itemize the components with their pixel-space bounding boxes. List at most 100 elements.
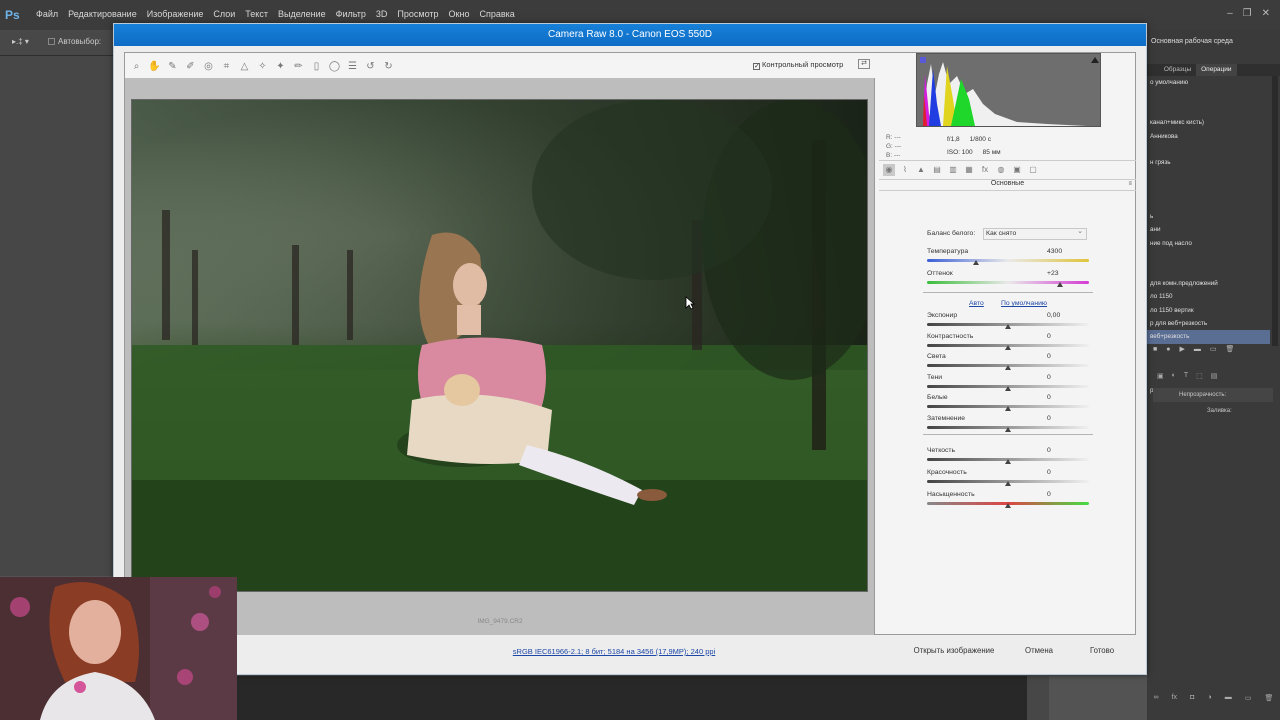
- fx-icon[interactable]: fx: [1172, 694, 1177, 708]
- snapshots-tab-icon[interactable]: ▢: [1027, 164, 1039, 176]
- action-item[interactable]: ани: [1147, 223, 1270, 236]
- rotate-left-icon[interactable]: ↺: [363, 59, 378, 74]
- slider-value-field[interactable]: 0: [1047, 447, 1075, 454]
- tab-blank[interactable]: [1147, 64, 1159, 76]
- white-balance-tool-icon[interactable]: ✎: [165, 59, 180, 74]
- slider-value-field[interactable]: 0: [1047, 415, 1075, 422]
- folder-icon[interactable]: ▬: [1194, 346, 1201, 353]
- default-link[interactable]: По умолчанию: [1001, 300, 1047, 307]
- workspace-switcher[interactable]: Основная рабочая среда: [1151, 38, 1233, 45]
- camera-calibration-tab-icon[interactable]: ◍: [995, 164, 1007, 176]
- shape-filter-icon[interactable]: ⬚: [1196, 372, 1203, 380]
- menu-view[interactable]: Просмотр: [393, 9, 444, 19]
- hsl-tab-icon[interactable]: ▤: [931, 164, 943, 176]
- presets-tab-icon[interactable]: ▣: [1011, 164, 1023, 176]
- menu-help[interactable]: Справка: [475, 9, 520, 19]
- basic-tab-icon[interactable]: ◉: [883, 164, 895, 176]
- done-button[interactable]: Готово: [1076, 643, 1128, 659]
- restore-icon[interactable]: ❐: [1243, 8, 1252, 19]
- menu-file[interactable]: Файл: [32, 9, 64, 19]
- action-item[interactable]: [1147, 170, 1270, 183]
- slider-value-field[interactable]: 0: [1047, 491, 1075, 498]
- smart-filter-icon[interactable]: ▤: [1211, 372, 1218, 380]
- lens-tab-icon[interactable]: ▦: [963, 164, 975, 176]
- color-sampler-icon[interactable]: ✐: [183, 59, 198, 74]
- action-item[interactable]: [1147, 250, 1270, 263]
- action-item[interactable]: [1147, 89, 1270, 102]
- action-item[interactable]: [1147, 143, 1270, 156]
- menu-filter[interactable]: Фильтр: [332, 9, 372, 19]
- fullscreen-toggle-icon[interactable]: ⇄: [858, 59, 870, 69]
- menu-layers[interactable]: Слои: [209, 9, 241, 19]
- adjust-filter-icon[interactable]: ◐: [1172, 372, 1176, 380]
- slider-thumb[interactable]: [1005, 324, 1011, 329]
- action-item[interactable]: [1147, 357, 1270, 370]
- auto-select-checkbox[interactable]: Автовыбор:: [48, 37, 101, 46]
- adjustment-icon[interactable]: ◑: [1207, 694, 1211, 708]
- action-item[interactable]: [1147, 263, 1270, 276]
- graduated-filter-icon[interactable]: ▯: [309, 59, 324, 74]
- slider-track[interactable]: [927, 259, 1089, 262]
- slider-value-field[interactable]: 0,00: [1047, 312, 1075, 319]
- slider-thumb[interactable]: [972, 260, 979, 265]
- play-icon[interactable]: ▶: [1179, 345, 1184, 353]
- slider-value-field[interactable]: +23: [1047, 270, 1075, 277]
- slider-thumb[interactable]: [1005, 345, 1011, 350]
- tab-actions[interactable]: Операции: [1196, 64, 1237, 76]
- tab-swatches[interactable]: Образцы: [1159, 64, 1196, 76]
- trash-icon[interactable]: 🗑: [1265, 694, 1274, 708]
- preferences-icon[interactable]: ☰: [345, 59, 360, 74]
- rotate-right-icon[interactable]: ↻: [381, 59, 396, 74]
- effects-tab-icon[interactable]: fx: [979, 164, 991, 176]
- action-item[interactable]: [1147, 103, 1270, 116]
- action-item[interactable]: [1147, 183, 1270, 196]
- photo-preview[interactable]: [131, 99, 868, 592]
- crop-tool-icon[interactable]: ⌗: [219, 59, 234, 74]
- split-toning-tab-icon[interactable]: ▥: [947, 164, 959, 176]
- action-item[interactable]: ние под насло: [1147, 237, 1270, 250]
- cancel-button[interactable]: Отмена: [1014, 643, 1064, 659]
- slider-value-field[interactable]: 0: [1047, 374, 1075, 381]
- menu-type[interactable]: Текст: [241, 9, 274, 19]
- group-icon[interactable]: ▬: [1225, 694, 1232, 708]
- slider-thumb[interactable]: [1005, 365, 1011, 370]
- red-eye-icon[interactable]: ✦: [273, 59, 288, 74]
- panel-menu-icon[interactable]: ≡: [1128, 181, 1132, 187]
- opacity-field[interactable]: Непрозрачность:: [1153, 388, 1273, 402]
- menu-select[interactable]: Выделение: [274, 9, 332, 19]
- record-icon[interactable]: ●: [1166, 346, 1170, 353]
- action-item[interactable]: [1147, 197, 1270, 210]
- radial-filter-icon[interactable]: ◯: [327, 59, 342, 74]
- stop-icon[interactable]: ■: [1153, 346, 1157, 353]
- slider-value-field[interactable]: 0: [1047, 394, 1075, 401]
- menu-3d[interactable]: 3D: [372, 9, 394, 19]
- slider-thumb[interactable]: [1005, 503, 1011, 508]
- white-balance-select[interactable]: Как снято: [983, 227, 1087, 240]
- target-adjust-icon[interactable]: ◎: [201, 59, 216, 74]
- hand-tool-icon[interactable]: ✋: [147, 59, 162, 74]
- type-filter-icon[interactable]: T: [1184, 372, 1188, 380]
- delete-icon[interactable]: 🗑: [1225, 345, 1234, 353]
- slider-value-field[interactable]: 0: [1047, 469, 1075, 476]
- action-item[interactable]: н грязь: [1147, 156, 1270, 169]
- minimize-icon[interactable]: –: [1227, 8, 1233, 19]
- menu-window[interactable]: Окно: [445, 9, 476, 19]
- menu-edit[interactable]: Редактирование: [64, 9, 143, 19]
- open-image-button[interactable]: Открыть изображение: [904, 643, 1004, 659]
- detail-tab-icon[interactable]: ▲: [915, 164, 927, 176]
- new-action-icon[interactable]: ▭: [1210, 345, 1217, 353]
- new-layer-icon[interactable]: ▭: [1245, 694, 1252, 708]
- zoom-tool-icon[interactable]: ⌕: [129, 59, 144, 74]
- slider-thumb[interactable]: [1005, 459, 1011, 464]
- action-item[interactable]: ло 1150: [1147, 290, 1270, 303]
- mask-icon[interactable]: ◘: [1190, 694, 1194, 708]
- adjustment-brush-icon[interactable]: ✏: [291, 59, 306, 74]
- auto-link[interactable]: Авто: [969, 300, 984, 307]
- close-icon[interactable]: ✕: [1262, 8, 1270, 19]
- action-item[interactable]: ь: [1147, 210, 1270, 223]
- menu-image[interactable]: Изображение: [143, 9, 210, 19]
- tone-curve-tab-icon[interactable]: ⌇: [899, 164, 911, 176]
- slider-thumb[interactable]: [1005, 481, 1011, 486]
- slider-thumb[interactable]: [1005, 406, 1011, 411]
- action-item[interactable]: для комн.предложений: [1147, 277, 1270, 290]
